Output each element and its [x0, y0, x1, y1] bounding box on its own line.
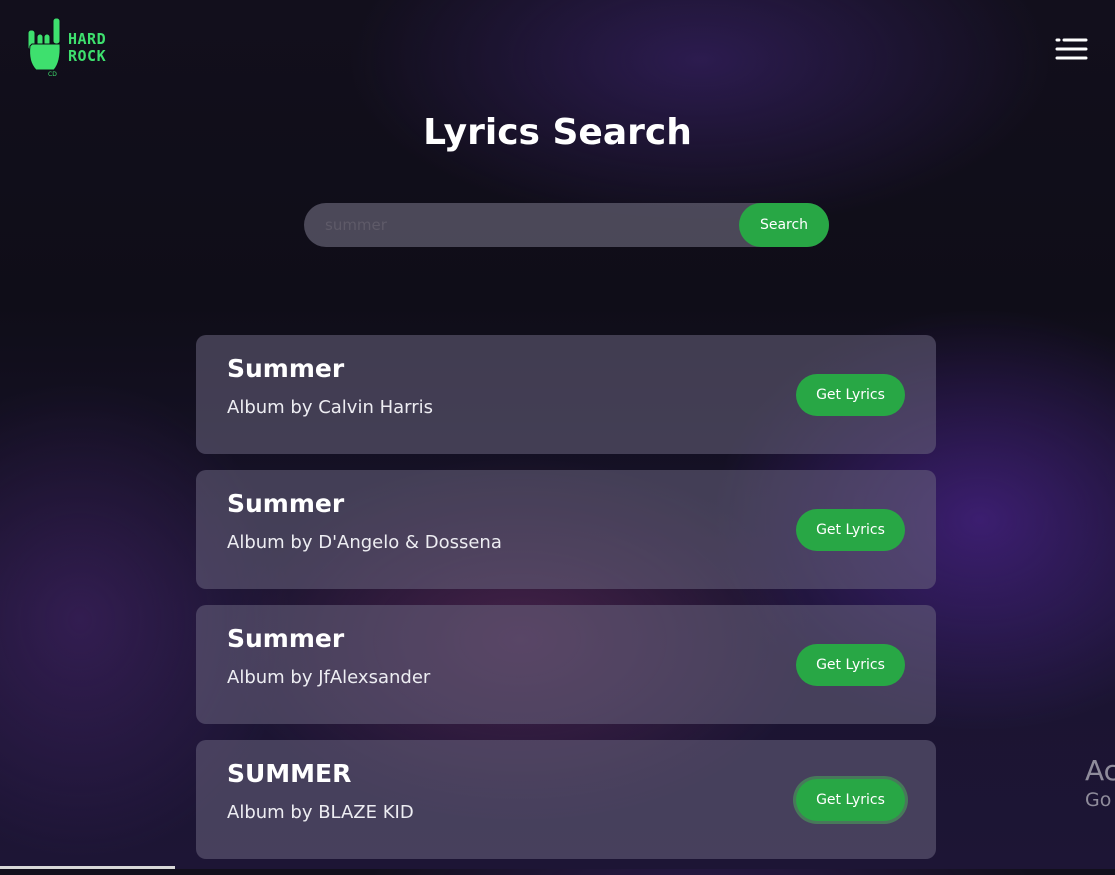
song-title: SUMMER: [227, 759, 352, 788]
result-card: Summer Album by Calvin Harris Get Lyrics: [196, 335, 936, 454]
brand-logo[interactable]: CD HARD ROCK: [26, 18, 106, 78]
logo-line-1: HARD: [68, 30, 107, 48]
watermark-line-2: Go: [1085, 789, 1112, 811]
rock-hand-icon: CD: [27, 18, 61, 78]
search-input[interactable]: [304, 203, 734, 247]
result-card: Summer Album by JfAlexsander Get Lyrics: [196, 605, 936, 724]
search-bar: Search: [304, 203, 829, 247]
watermark-line-1: Ac: [1085, 754, 1115, 787]
song-artist: Album by D'Angelo & Dossena: [227, 532, 502, 553]
activation-watermark: Ac Go: [1085, 754, 1115, 812]
menu-button[interactable]: [1055, 37, 1088, 61]
hamburger-icon: [1055, 38, 1088, 60]
song-title: Summer: [227, 624, 345, 653]
song-artist: Album by JfAlexsander: [227, 667, 431, 688]
get-lyrics-button[interactable]: Get Lyrics: [796, 374, 905, 416]
song-artist: Album by BLAZE KID: [227, 802, 414, 823]
get-lyrics-button[interactable]: Get Lyrics: [796, 644, 905, 686]
get-lyrics-button[interactable]: Get Lyrics: [796, 779, 905, 821]
song-artist: Album by Calvin Harris: [227, 397, 434, 418]
get-lyrics-button[interactable]: Get Lyrics: [796, 509, 905, 551]
search-button[interactable]: Search: [739, 203, 829, 247]
page-title: Lyrics Search: [423, 112, 692, 153]
svg-text:CD: CD: [48, 71, 57, 78]
result-card: SUMMER Album by BLAZE KID Get Lyrics: [196, 740, 936, 859]
song-title: Summer: [227, 489, 345, 518]
results-list: Summer Album by Calvin Harris Get Lyrics…: [196, 335, 936, 875]
result-card: Summer Album by D'Angelo & Dossena Get L…: [196, 470, 936, 589]
logo-line-2: ROCK: [68, 47, 107, 65]
song-title: Summer: [227, 354, 345, 383]
